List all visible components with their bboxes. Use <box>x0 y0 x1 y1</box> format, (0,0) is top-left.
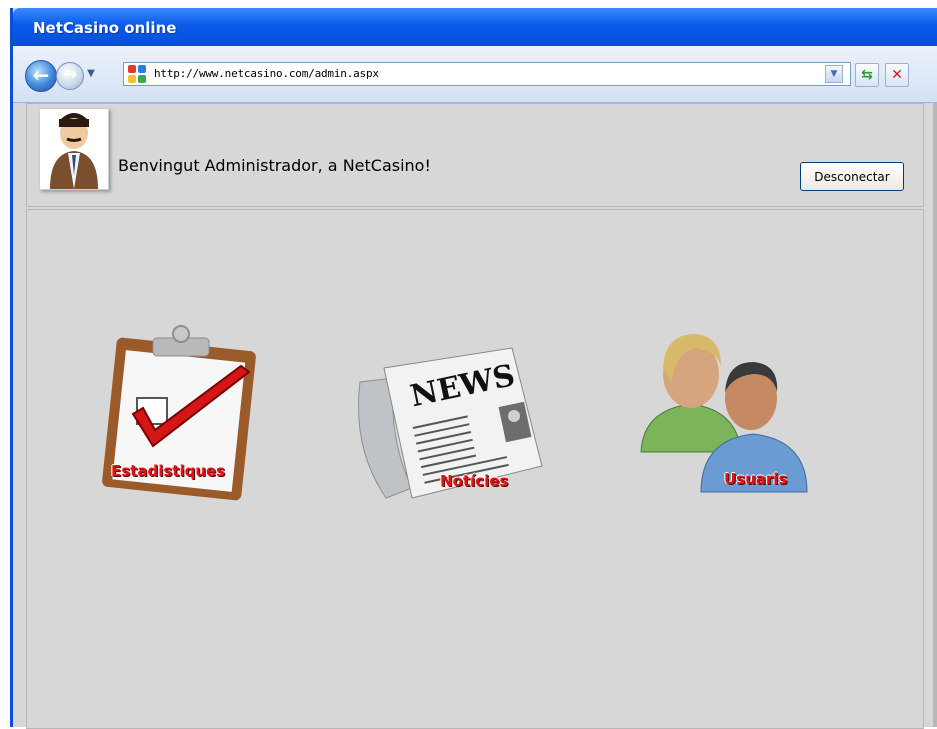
refresh-icon[interactable]: ⇆ <box>855 63 879 87</box>
forward-arrow-icon[interactable]: → <box>56 62 84 90</box>
browser-toolbar: ← → ▼ http://www.netcasino.com/admin.asp… <box>13 46 937 103</box>
logout-button[interactable]: Desconectar <box>800 162 904 191</box>
window-title: NetCasino online <box>13 8 937 46</box>
address-dropdown-icon[interactable]: ▼ <box>825 65 843 83</box>
avatar-icon <box>50 113 98 189</box>
history-dropdown-icon[interactable]: ▼ <box>85 66 97 82</box>
window-right-edge <box>933 103 937 727</box>
menu-tile-usuaris[interactable]: Usuaris <box>637 322 837 507</box>
menu-tile-estadistiques[interactable]: Estadistiques <box>67 316 277 506</box>
address-bar[interactable]: http://www.netcasino.com/admin.aspx <box>123 62 851 86</box>
site-favicon <box>128 65 146 83</box>
admin-menu-panel: Estadistiques NEWS Notícies Usuaris <box>26 209 924 729</box>
header-panel: Benvingut Administrador, a NetCasino! De… <box>26 103 924 207</box>
menu-label-noticies: Notícies <box>440 472 509 490</box>
menu-label-usuaris: Usuaris <box>724 470 788 488</box>
address-url[interactable]: http://www.netcasino.com/admin.aspx <box>154 63 379 85</box>
stop-icon[interactable]: ✕ <box>885 63 909 87</box>
welcome-message: Benvingut Administrador, a NetCasino! <box>118 156 431 175</box>
menu-tile-noticies[interactable]: NEWS Notícies <box>352 338 552 508</box>
administrator-avatar <box>39 108 109 190</box>
menu-label-estadistiques: Estadistiques <box>111 462 226 480</box>
browser-window: NetCasino online ← → ▼ http://www.netcas… <box>10 8 937 729</box>
back-arrow-icon[interactable]: ← <box>25 60 57 92</box>
